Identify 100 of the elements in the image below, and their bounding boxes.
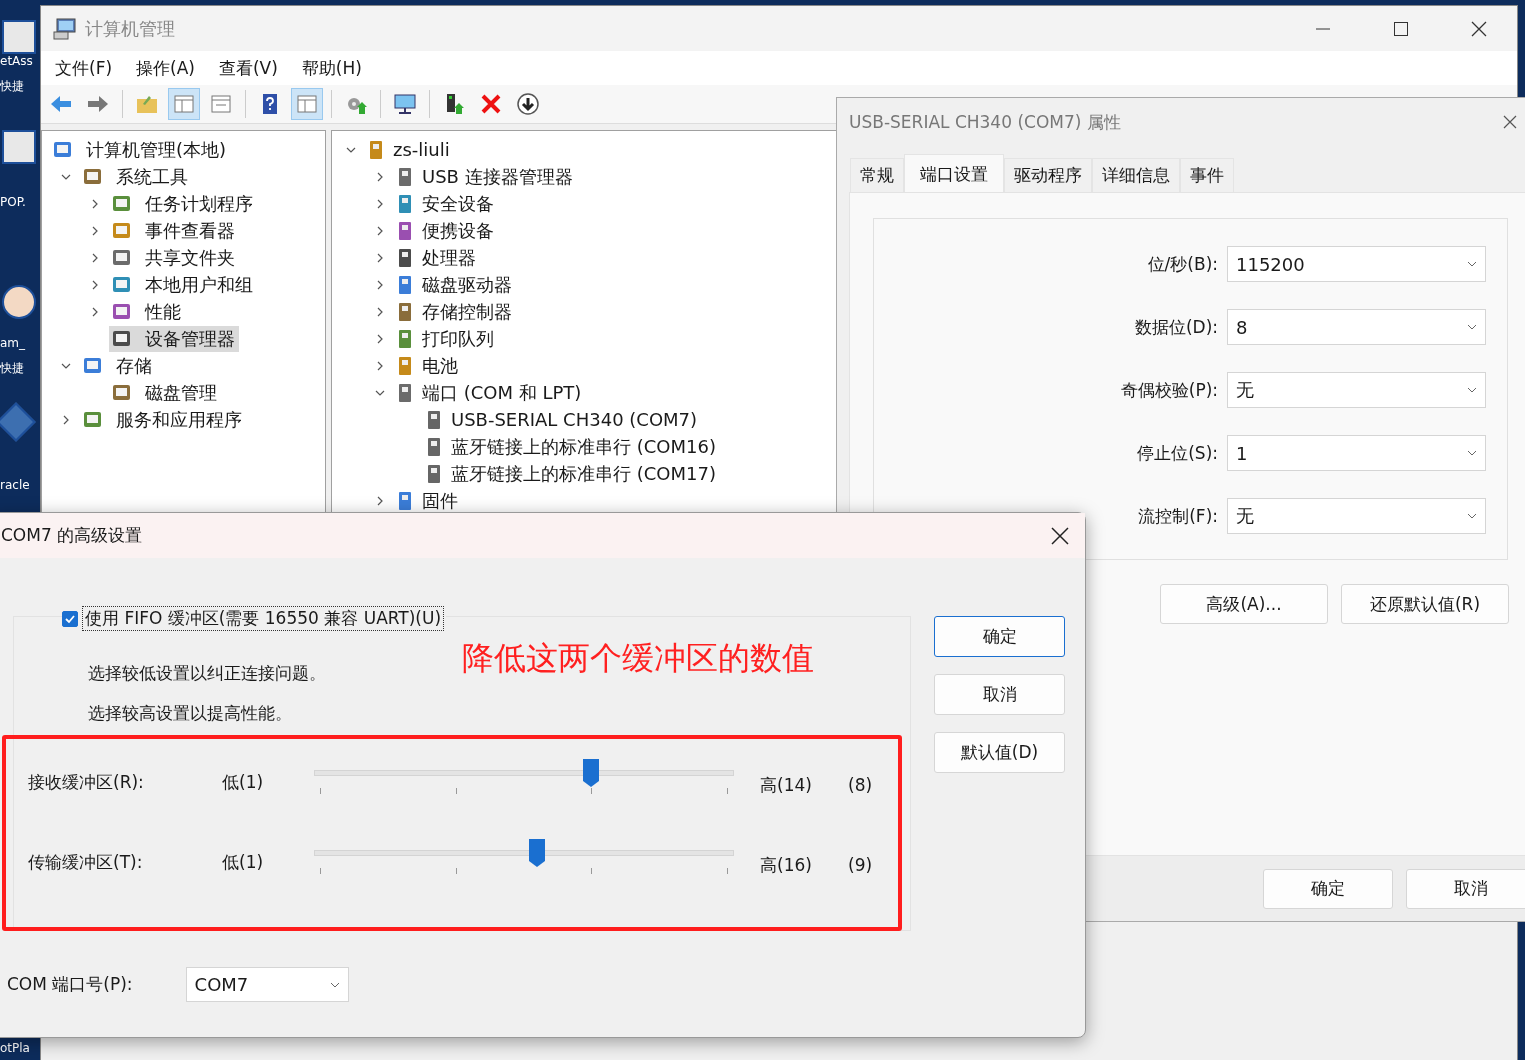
desktop-icon-label[interactable]: am_ (0, 334, 26, 352)
device-tree-item[interactable]: 安全设备 (422, 191, 494, 216)
desktop-icon-label[interactable]: otPla (0, 1039, 30, 1057)
device-tree-item[interactable]: USB 连接器管理器 (422, 164, 573, 189)
maximize-icon[interactable] (1393, 20, 1409, 37)
chevron-icon[interactable] (61, 414, 71, 425)
device-tree-item[interactable]: 蓝牙链接上的标准串行 (COM16) (451, 434, 716, 459)
chevron-icon[interactable] (375, 171, 385, 182)
desktop-icon-label[interactable]: 快捷 (0, 359, 24, 377)
tree-item[interactable]: 服务和应用程序 (80, 406, 246, 433)
panel-icon (295, 92, 319, 116)
tree-item[interactable]: 磁盘管理 (109, 379, 221, 406)
tree-item[interactable]: 计算机管理(本地) (50, 136, 231, 163)
device-tree-item[interactable]: 存储控制器 (422, 299, 512, 324)
menu-item[interactable]: 查看(V) (218, 56, 278, 80)
tab[interactable]: 详细信息 (1092, 158, 1180, 192)
chevron-icon[interactable] (375, 333, 385, 344)
shortcut-icon[interactable] (2, 130, 36, 164)
device-tree-item[interactable]: 磁盘驱动器 (422, 272, 512, 297)
slider-max-label: 高(16) (760, 853, 813, 877)
dialog-button[interactable]: 默认值(D) (934, 732, 1065, 773)
device-tree-item[interactable]: 电池 (422, 353, 458, 378)
chevron-icon[interactable] (90, 252, 100, 263)
tab[interactable]: 事件 (1180, 158, 1234, 192)
chevron-icon[interactable] (375, 252, 385, 263)
menu-item[interactable]: 文件(F) (55, 56, 113, 80)
hint-text: 选择较高设置以提高性能。 (88, 702, 293, 725)
desktop-icon-label[interactable]: POP. (0, 193, 26, 211)
tree-item[interactable]: 设备管理器 (109, 325, 239, 352)
desktop-icon-label[interactable]: racle (0, 476, 30, 494)
device-tree-item[interactable]: USB-SERIAL CH340 (COM7) (451, 409, 698, 430)
device-tree-item[interactable]: zs-liuli (393, 139, 450, 160)
dropdown[interactable]: 1 (1227, 435, 1486, 471)
dialog-title: COM7 的高级设置 (1, 524, 143, 547)
tab[interactable]: 端口设置 (904, 154, 1004, 192)
tab[interactable]: 常规 (850, 158, 904, 192)
slider-thumb[interactable] (582, 759, 599, 787)
chevron-icon[interactable] (375, 360, 385, 371)
tree-item[interactable]: 事件查看器 (109, 217, 239, 244)
monitor-icon (393, 92, 417, 116)
dialog-button[interactable]: 取消 (934, 674, 1065, 715)
desktop-icon-label[interactable]: 快捷 (0, 77, 24, 95)
slider-min-label: 低(1) (222, 850, 265, 874)
chevron-icon[interactable] (375, 225, 385, 236)
menu-item[interactable]: 操作(A) (136, 56, 195, 80)
shortcut-icon[interactable] (2, 20, 36, 54)
dropdown[interactable]: 无 (1227, 498, 1486, 534)
device-tree-item[interactable]: 固件 (422, 488, 458, 513)
tree-item[interactable]: 存储 (80, 352, 156, 379)
close-icon[interactable] (1503, 115, 1517, 129)
close-icon[interactable] (1051, 526, 1069, 545)
checkbox-label[interactable]: 使用 FIFO 缓冲区(需要 16550 兼容 UART)(U) (82, 606, 445, 631)
dropdown[interactable]: COM7 (185, 967, 349, 1002)
shortcut-icon[interactable] (2, 285, 36, 319)
device-tree-item[interactable]: 处理器 (422, 245, 476, 270)
annotation-text: 降低这两个缓冲区的数值 (462, 638, 814, 679)
download-icon (516, 92, 540, 116)
device-tree-item[interactable]: 便携设备 (422, 218, 494, 243)
tree-item[interactable]: 共享文件夹 (109, 244, 239, 271)
device-tree-item[interactable]: 蓝牙链接上的标准串行 (COM17) (451, 461, 716, 486)
panel-icon (172, 92, 196, 116)
close-icon[interactable] (1471, 20, 1487, 37)
slider-label: 传输缓冲区(T): (27, 850, 144, 874)
dropdown[interactable]: 115200 (1227, 246, 1486, 282)
window-title: 计算机管理 (85, 16, 175, 41)
dialog-button[interactable]: 取消 (1406, 868, 1525, 909)
chevron-icon[interactable] (90, 225, 100, 236)
chevron-icon[interactable] (375, 198, 385, 209)
desktop-icon-label[interactable]: etAss (0, 52, 33, 70)
chevron-icon[interactable] (90, 279, 100, 290)
checkbox[interactable] (62, 610, 78, 627)
chevron-icon[interactable] (375, 306, 385, 317)
chevron-icon[interactable] (90, 306, 100, 317)
tree-item[interactable]: 系统工具 (80, 163, 192, 190)
field-label: 流控制(F): (1138, 504, 1218, 528)
field-label: COM 端口号(P): (7, 973, 133, 996)
chevron-icon[interactable] (90, 198, 100, 209)
tree-item[interactable]: 任务计划程序 (109, 190, 257, 217)
dialog-button[interactable]: 高级(A)... (1160, 584, 1328, 624)
field-label: 奇偶校验(P): (1120, 378, 1218, 402)
dropdown[interactable]: 无 (1227, 372, 1486, 408)
device-tree-item[interactable]: 打印队列 (422, 326, 494, 351)
menu-item[interactable]: 帮助(H) (301, 56, 362, 80)
close-icon (479, 92, 503, 116)
chevron-icon[interactable] (375, 495, 385, 506)
dialog-button[interactable]: 还原默认值(R) (1341, 584, 1509, 624)
tree-item[interactable]: 本地用户和组 (109, 271, 257, 298)
hint-text: 选择较低设置以纠正连接问题。 (88, 662, 327, 685)
tab[interactable]: 驱动程序 (1004, 158, 1092, 192)
tree-item[interactable]: 性能 (109, 298, 185, 325)
dialog-button[interactable]: 确定 (1263, 868, 1393, 909)
dialog-button[interactable]: 确定 (934, 616, 1065, 657)
slider-thumb[interactable] (528, 839, 545, 867)
slider-min-label: 低(1) (222, 770, 265, 794)
chevron-icon[interactable] (375, 279, 385, 290)
device-tree-item[interactable]: 端口 (COM 和 LPT) (422, 380, 582, 405)
computer-icon (53, 17, 77, 40)
dialog-title: USB-SERIAL CH340 (COM7) 属性 (849, 110, 1121, 134)
dropdown[interactable]: 8 (1227, 309, 1486, 345)
slider-label: 接收缓冲区(R): (27, 770, 145, 794)
